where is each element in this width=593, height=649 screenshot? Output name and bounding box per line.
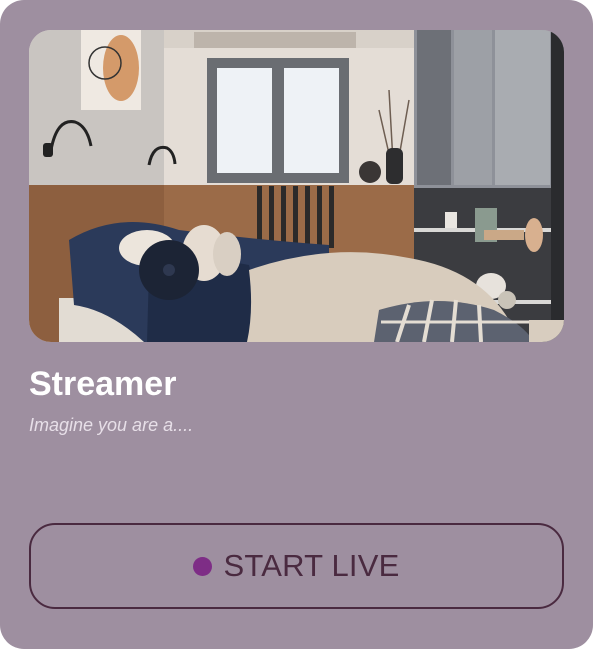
start-live-button[interactable]: START LIVE bbox=[29, 523, 564, 609]
card-subtitle: Imagine you are a.... bbox=[29, 415, 194, 435]
live-indicator-icon bbox=[193, 556, 213, 576]
bedroom-photo bbox=[29, 30, 564, 342]
streamer-card: Streamer Imagine you are a.... START LIV… bbox=[0, 0, 593, 649]
start-live-label: START LIVE bbox=[223, 548, 400, 583]
card-title: Streamer bbox=[29, 365, 177, 403]
